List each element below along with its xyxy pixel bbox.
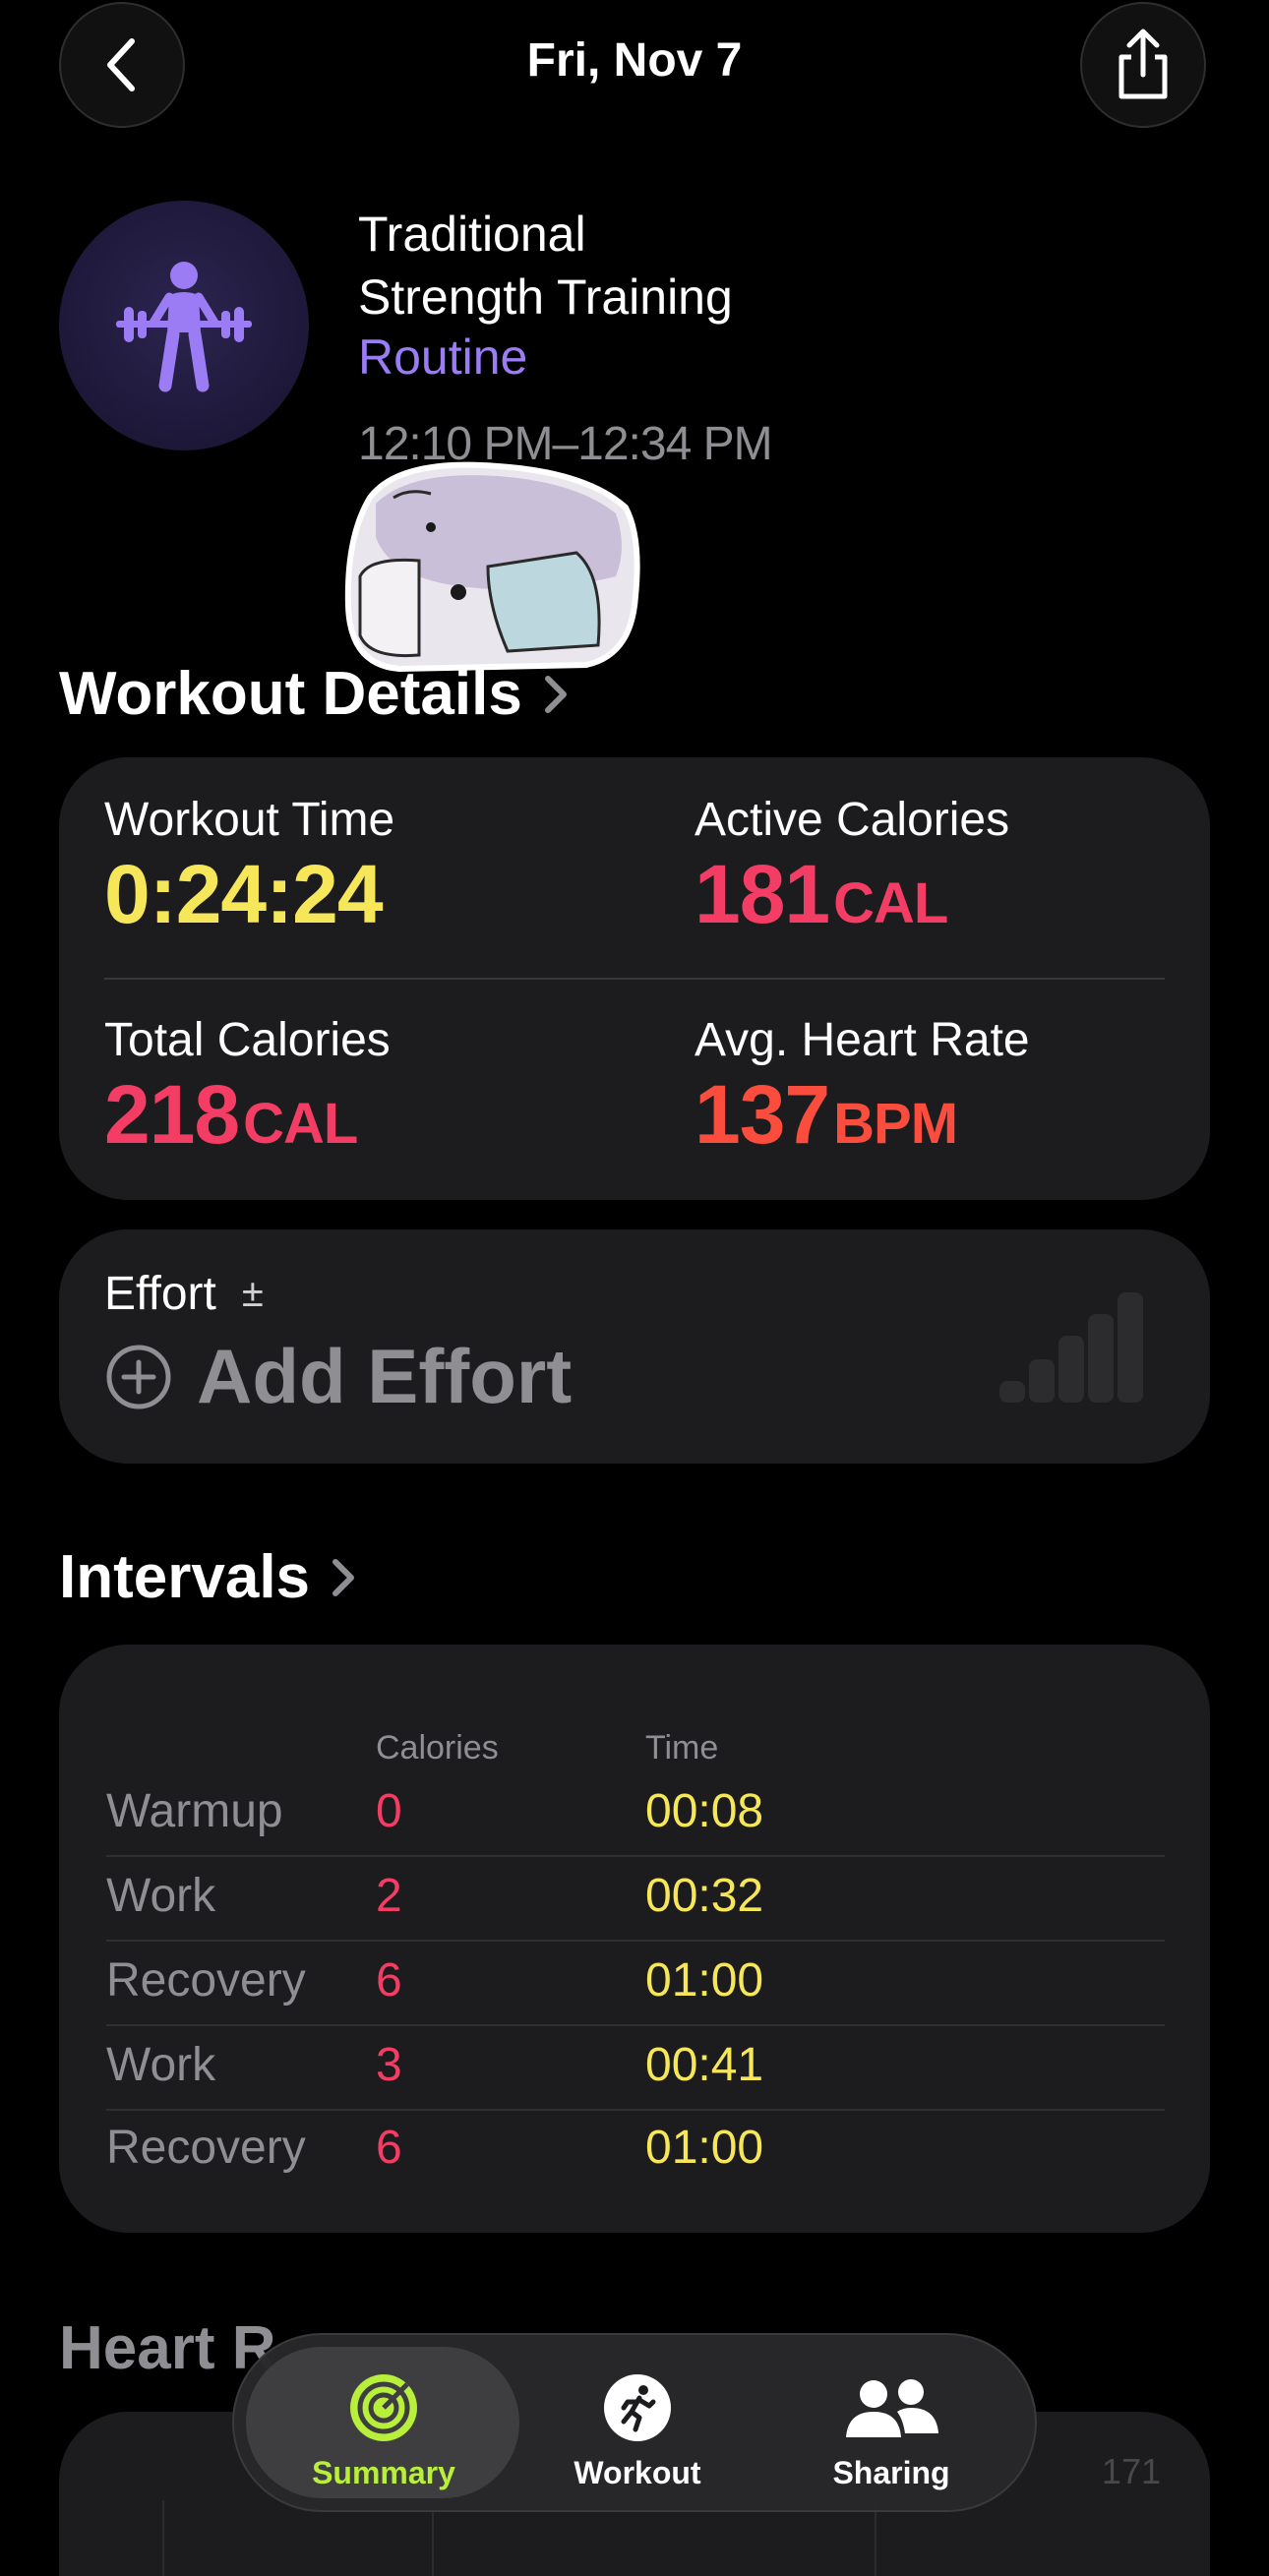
tab-summary[interactable]: Summary — [256, 2370, 512, 2491]
workout-type-icon — [59, 201, 309, 450]
interval-row: Work 3 00:41 — [106, 2026, 1165, 2111]
interval-row: Work 2 00:32 — [106, 1857, 1165, 1942]
intervals-heading[interactable]: Intervals — [59, 1542, 359, 1612]
share-button[interactable] — [1080, 2, 1206, 128]
effort-bars-icon — [999, 1292, 1143, 1403]
share-icon — [1118, 29, 1168, 99]
effort-label: Effort — [104, 1268, 216, 1320]
metric-divider — [104, 978, 1165, 980]
chevron-right-icon — [332, 1558, 355, 1596]
plus-circle-icon — [106, 1345, 171, 1408]
active-calories-value: 181 — [695, 848, 830, 940]
active-calories-metric: Active Calories 181CAL — [695, 794, 1010, 940]
time-column-header: Time — [645, 1729, 719, 1767]
heart-rate-heading[interactable]: Heart R — [59, 2313, 276, 2383]
weightlifter-icon — [116, 262, 252, 392]
people-icon — [846, 2379, 938, 2437]
workout-details-heading[interactable]: Workout Details — [59, 659, 572, 729]
workout-time-metric: Workout Time 0:24:24 — [104, 794, 395, 940]
total-calories-metric: Total Calories 218CAL — [104, 1014, 391, 1161]
tab-workout[interactable]: Workout — [510, 2370, 765, 2491]
interval-row: Recovery 6 01:00 — [106, 1942, 1165, 2026]
page-title: Fri, Nov 7 — [526, 34, 743, 87]
interval-row: Recovery 6 01:00 — [106, 2122, 764, 2174]
avg-heart-rate-metric: Avg. Heart Rate 137BPM — [695, 1014, 1030, 1161]
interval-row: Warmup 0 00:08 — [106, 1772, 1165, 1857]
workout-type-label: Routine — [358, 329, 528, 385]
hamster-sticker — [344, 461, 640, 673]
tab-bar: Summary Workout Sharing — [232, 2333, 1037, 2512]
active-calories-unit: CAL — [833, 871, 948, 935]
intervals-card[interactable]: Calories Time Warmup 0 00:08 Work 2 00:3… — [59, 1645, 1210, 2233]
avg-heart-rate-value: 137 — [695, 1068, 830, 1161]
add-effort-button[interactable]: Add Effort — [104, 1332, 572, 1421]
total-calories-value: 218 — [104, 1068, 240, 1161]
workout-time-value: 0:24:24 — [104, 848, 384, 940]
calories-column-header: Calories — [376, 1729, 499, 1767]
chevron-right-icon — [544, 675, 567, 713]
running-figure-icon — [604, 2374, 671, 2441]
workout-name: Traditional Strength Training — [358, 207, 733, 325]
tab-sharing[interactable]: Sharing — [763, 2370, 1019, 2491]
workout-details-card[interactable]: Workout Time 0:24:24 Active Calories 181… — [59, 757, 1210, 1200]
avg-heart-rate-unit: BPM — [833, 1092, 958, 1156]
activity-rings-icon — [350, 2374, 417, 2441]
heart-rate-max-label: 171 — [1101, 2451, 1161, 2491]
plus-minus-icon: ± — [241, 1272, 264, 1315]
effort-card[interactable]: Effort ± Add Effort — [59, 1229, 1210, 1464]
total-calories-unit: CAL — [243, 1092, 358, 1156]
